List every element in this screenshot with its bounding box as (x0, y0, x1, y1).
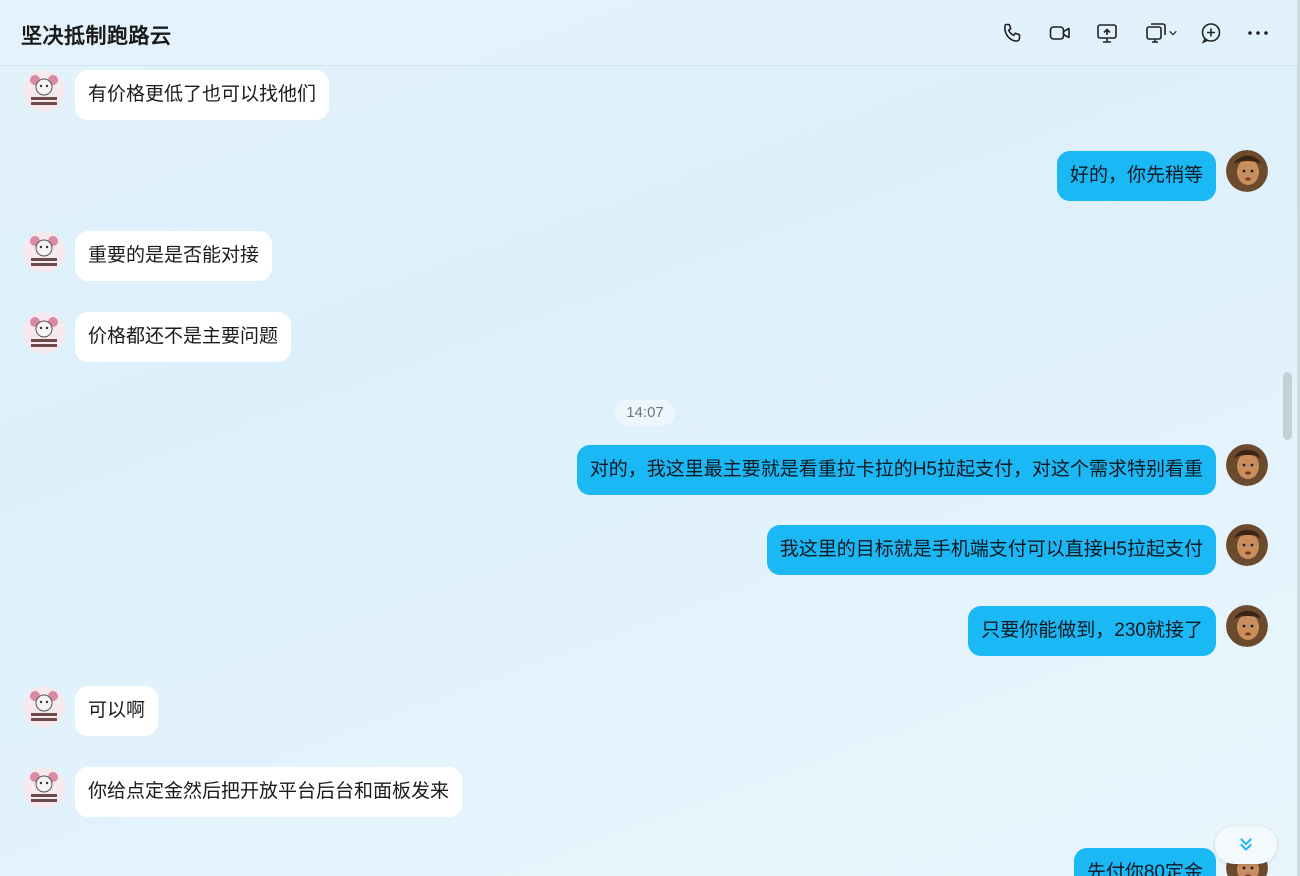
user-avatar[interactable] (1226, 444, 1268, 486)
scroll-to-bottom-button[interactable] (1215, 826, 1277, 864)
more-icon[interactable] (1245, 20, 1271, 46)
contact-avatar[interactable] (23, 686, 65, 728)
message-bubble[interactable]: 我这里的目标就是手机端支付可以直接H5拉起支付 (766, 525, 1216, 575)
message-timestamp: 14:07 (615, 400, 675, 426)
scrollbar-thumb[interactable] (1283, 372, 1292, 440)
message-bubble[interactable]: 对的，我这里最主要就是看重拉卡拉的H5拉起支付，对这个需求特别看重 (576, 445, 1216, 495)
contact-avatar[interactable] (23, 312, 65, 354)
message-bubble[interactable]: 只要你能做到，230就接了 (968, 606, 1216, 656)
screen-share-icon[interactable] (1094, 20, 1120, 46)
contact-avatar[interactable] (23, 231, 65, 273)
message-bubble[interactable]: 先付你80定金 (1073, 848, 1216, 876)
chat-title: 坚决抵制跑路云 (21, 25, 172, 48)
contact-avatar[interactable] (23, 70, 65, 112)
double-chevron-down-icon (1240, 838, 1252, 851)
user-avatar[interactable] (1226, 150, 1268, 192)
add-icon[interactable] (1198, 20, 1224, 46)
message-bubble[interactable]: 价格都还不是主要问题 (75, 312, 292, 362)
chat-header: 坚决抵制跑路云 (0, 0, 1300, 66)
user-avatar[interactable] (1226, 605, 1268, 647)
message-list[interactable]: 有价格更低了也可以找他们 好的，你先稍等 重要的是是否能对接 价格都还不是主要问… (0, 66, 1300, 876)
message-bubble[interactable]: 你给点定金然后把开放平台后台和面板发来 (75, 767, 463, 817)
user-avatar[interactable] (1226, 524, 1268, 566)
message-bubble[interactable]: 有价格更低了也可以找他们 (75, 70, 330, 120)
message-bubble[interactable]: 可以啊 (75, 686, 159, 736)
video-icon[interactable] (1047, 20, 1073, 46)
window-dropdown-icon[interactable] (1141, 20, 1181, 46)
contact-avatar[interactable] (23, 767, 65, 809)
message-bubble[interactable]: 重要的是是否能对接 (75, 231, 273, 281)
message-bubble[interactable]: 好的，你先稍等 (1056, 151, 1216, 201)
phone-icon[interactable] (1000, 20, 1026, 46)
